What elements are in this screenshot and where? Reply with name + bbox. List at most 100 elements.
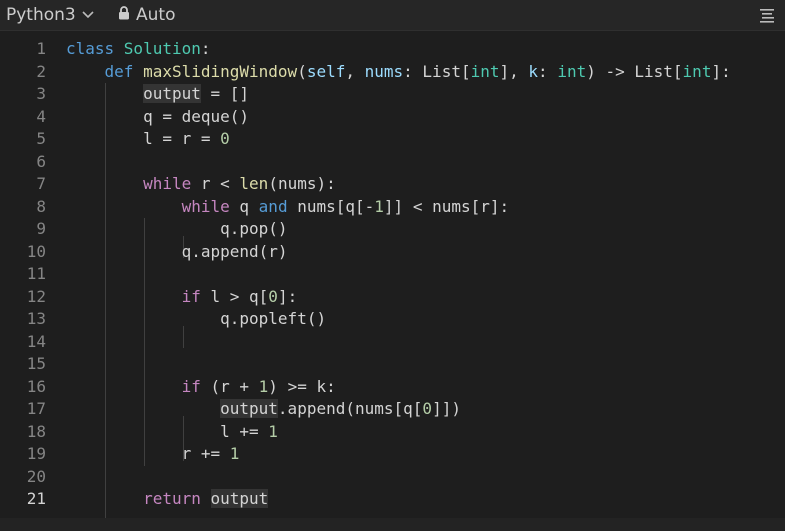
code-token: l > q[ (200, 286, 269, 306)
line-number: 18 (26, 421, 46, 441)
code-line[interactable]: 15 (0, 353, 785, 376)
editor-toolbar: Python3 Auto (0, 0, 785, 31)
code-line[interactable]: 3 output = [] (0, 83, 785, 106)
format-menu-icon[interactable] (759, 7, 775, 27)
code-token: ]]) (432, 399, 461, 418)
code-text: class Solution: (66, 38, 211, 61)
code-token: : (538, 61, 558, 81)
language-selector[interactable]: Python3 (6, 4, 94, 26)
code-line[interactable]: 18 l += 1 (0, 421, 785, 444)
code-token: : List[ (403, 61, 471, 81)
code-token: class (66, 39, 124, 58)
code-line[interactable]: 21 return output (0, 488, 785, 511)
line-number: 15 (26, 354, 46, 373)
language-label: Python3 (6, 5, 76, 25)
code-token: output (143, 84, 201, 103)
line-number: 19 (26, 444, 46, 463)
code-line[interactable]: 14 (0, 331, 785, 354)
code-token: q = deque() (66, 106, 250, 126)
code-line[interactable]: 7 while r < len(nums): (0, 173, 785, 196)
code-token: nums (364, 61, 404, 81)
code-line[interactable]: 9 q.pop() (0, 218, 785, 241)
code-token: while (143, 174, 192, 193)
code-token: nums[q[- (287, 196, 375, 216)
code-text: r += 1 (66, 443, 240, 466)
line-number: 6 (36, 151, 46, 171)
code-text: while q and nums[q[-1]] < nums[r]: (66, 196, 510, 219)
line-number: 5 (36, 129, 46, 148)
code-editor[interactable]: 1 class Solution: 2 def maxSlidingWindow(s… (0, 38, 785, 518)
code-token: q.pop() (66, 219, 288, 238)
line-number: 13 (26, 309, 46, 328)
chevron-down-icon (82, 11, 94, 19)
code-token: r < (191, 174, 240, 193)
code-text: q = deque() (66, 106, 249, 129)
line-number: 20 (26, 466, 46, 486)
editor-bottom-edge (0, 518, 785, 531)
code-line[interactable]: 2 def maxSlidingWindow(self, nums: List[… (0, 61, 785, 84)
code-token: q.popleft() (66, 309, 327, 328)
code-line[interactable]: 10 q.append(r) (0, 241, 785, 264)
code-text: if l > q[0]: (66, 286, 298, 309)
line-number: 12 (26, 286, 46, 306)
code-text: q.append(r) (66, 241, 288, 264)
code-token: q (229, 196, 259, 216)
code-line[interactable]: 16 if (r + 1) >= k: (0, 376, 785, 399)
autocomplete-mode-toggle[interactable]: Auto (118, 4, 175, 26)
code-token: def (104, 61, 144, 81)
code-token: if (181, 286, 201, 306)
code-token: maxSlidingWindow (143, 61, 298, 81)
code-token: int (470, 61, 500, 81)
line-number: 4 (36, 106, 46, 126)
code-line[interactable]: 8 while q and nums[q[-1]] < nums[r]: (0, 196, 785, 219)
line-number: 16 (26, 376, 46, 396)
code-token: 1 (374, 196, 384, 216)
code-token: len (239, 174, 269, 193)
code-token: r += (66, 444, 230, 463)
code-line[interactable]: 19 r += 1 (0, 443, 785, 466)
code-token: ) >= k: (268, 376, 336, 396)
code-token: and (258, 196, 288, 216)
code-line[interactable]: 13 q.popleft() (0, 308, 785, 331)
line-number: 14 (26, 331, 46, 351)
code-token: ( (297, 61, 307, 81)
code-line[interactable]: 11 (0, 263, 785, 286)
code-text: q.pop() (66, 218, 288, 241)
code-line[interactable]: 5 l = r = 0 (0, 128, 785, 151)
code-token: return (143, 489, 201, 508)
code-line[interactable]: 12 if l > q[0]: (0, 286, 785, 309)
code-text: l += 1 (66, 421, 278, 444)
code-token: output (210, 489, 269, 508)
code-line[interactable]: 1 class Solution: (0, 38, 785, 61)
code-text: q.popleft() (66, 308, 326, 331)
line-number: 8 (36, 196, 46, 216)
code-token: l += (66, 421, 269, 441)
code-token: (nums): (268, 174, 336, 193)
code-token: ]: (711, 61, 731, 81)
code-line[interactable]: 20 (0, 466, 785, 489)
code-token: l = r = (66, 129, 221, 148)
code-token: if (181, 376, 201, 396)
code-token: , (345, 61, 365, 81)
line-number: 2 (36, 61, 46, 81)
code-line[interactable]: 17 output.append(nums[q[0]]) (0, 398, 785, 421)
code-token: 1 (229, 444, 240, 463)
code-token: = [] (200, 84, 250, 103)
code-token: int (682, 61, 712, 81)
code-line[interactable]: 6 (0, 151, 785, 174)
code-line[interactable]: 4 q = deque() (0, 106, 785, 129)
code-token: 0 (268, 286, 278, 306)
code-token: .append(nums[q[ (277, 399, 423, 418)
code-text: output = [] (66, 83, 249, 106)
code-token: ]: (277, 286, 298, 306)
lock-icon (118, 5, 130, 25)
code-token: q.append(r) (66, 241, 288, 261)
code-text: def maxSlidingWindow(self, nums: List[in… (66, 61, 731, 84)
